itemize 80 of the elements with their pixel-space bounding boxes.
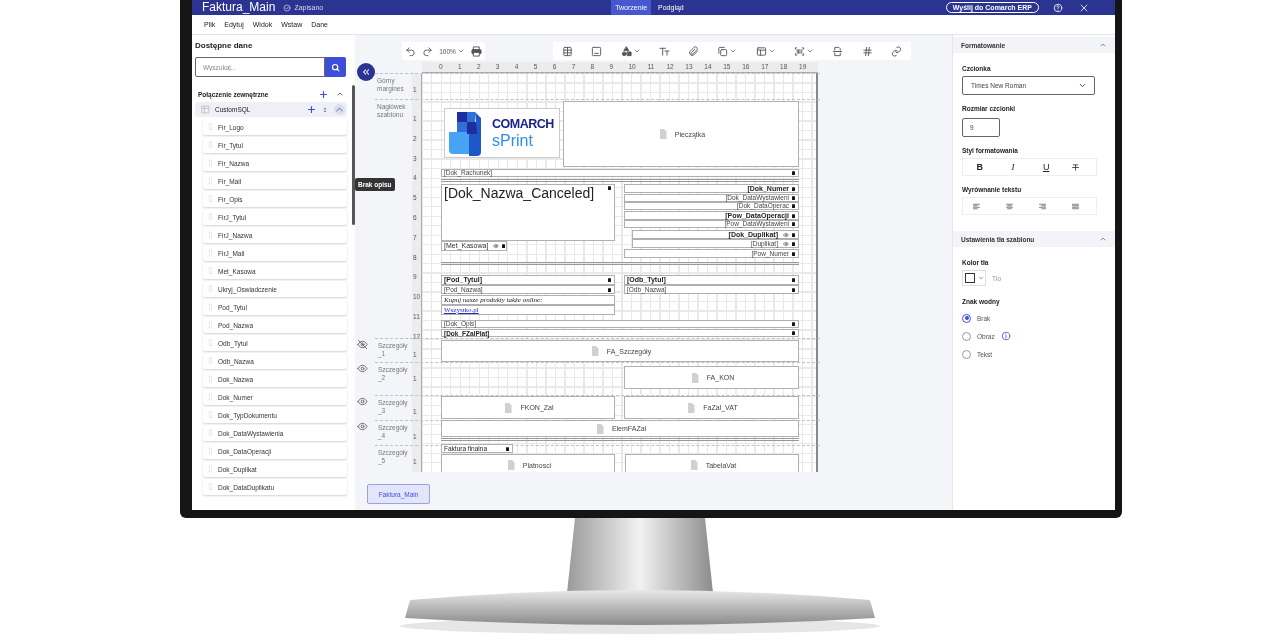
close-icon[interactable] xyxy=(1079,2,1089,13)
clip-icon xyxy=(688,45,700,57)
page-break-button[interactable] xyxy=(832,45,844,57)
eye-icon[interactable] xyxy=(357,421,368,432)
radio-button[interactable] xyxy=(962,349,971,359)
report-field[interactable]: [Dok_Nazwa_Canceled] xyxy=(441,184,615,241)
chevron-up-icon[interactable] xyxy=(336,90,344,98)
shapes-button[interactable] xyxy=(620,45,641,57)
caret-icon xyxy=(977,275,984,281)
eye-icon xyxy=(783,231,789,238)
undo-button[interactable] xyxy=(405,45,417,57)
align-left-icon xyxy=(971,201,981,211)
double-chevron-left-icon xyxy=(361,67,371,77)
eye-icon xyxy=(493,243,500,249)
caret-icon xyxy=(806,47,814,55)
eye-icon xyxy=(783,240,789,247)
lock-icon xyxy=(791,170,796,176)
logo-text: sPrint xyxy=(492,131,534,150)
search-button[interactable] xyxy=(325,57,346,77)
caret-icon xyxy=(1078,81,1087,90)
style-button[interactable]: U xyxy=(1038,162,1055,172)
scrollbar[interactable] xyxy=(352,85,355,225)
sort-icon[interactable] xyxy=(321,105,329,114)
lock-icon xyxy=(505,445,510,452)
search-icon xyxy=(331,62,340,72)
copy-icon xyxy=(717,45,729,57)
text-button[interactable] xyxy=(658,45,670,57)
grid-icon xyxy=(201,105,210,114)
align-center-icon xyxy=(1004,201,1014,211)
eye-icon[interactable] xyxy=(357,396,368,407)
attachment-button[interactable] xyxy=(688,45,700,57)
field-text: [Dok_Nazwa_Canceled] xyxy=(444,185,595,201)
caret-icon xyxy=(456,47,465,55)
color-picker[interactable] xyxy=(962,270,986,286)
pagebreak-icon xyxy=(832,45,844,57)
document-title: Faktura_Main xyxy=(202,0,276,15)
textsize-icon xyxy=(658,45,670,57)
link-button[interactable] xyxy=(890,45,902,57)
plus-icon[interactable] xyxy=(319,89,328,99)
print-button[interactable] xyxy=(470,45,482,57)
number-button[interactable] xyxy=(861,45,873,57)
style-button[interactable]: B xyxy=(971,162,988,172)
lock-icon xyxy=(607,185,612,191)
layout-button[interactable] xyxy=(755,45,776,57)
link-icon xyxy=(890,45,902,57)
info-icon[interactable] xyxy=(1000,331,1011,341)
image-button[interactable] xyxy=(591,45,603,57)
document-icon xyxy=(685,401,698,414)
logo-text: COMARCH xyxy=(492,116,554,132)
help-icon[interactable] xyxy=(1053,2,1063,13)
redo-icon xyxy=(422,45,434,57)
collapse-button[interactable] xyxy=(357,63,375,81)
style-button[interactable]: I xyxy=(1004,162,1021,172)
caret-icon xyxy=(729,47,738,55)
barcode-icon xyxy=(794,45,805,57)
lock-icon xyxy=(501,243,507,249)
align-right-icon xyxy=(1038,201,1048,211)
shapes-icon xyxy=(620,45,632,57)
strikethrough-icon xyxy=(1071,162,1081,172)
barcode-button[interactable] xyxy=(794,45,814,57)
document-icon xyxy=(502,401,515,414)
eye-off-icon[interactable] xyxy=(357,339,368,350)
table-icon xyxy=(562,45,574,57)
check-circle-icon xyxy=(283,3,292,12)
undo-icon xyxy=(405,45,417,57)
hash-icon xyxy=(861,45,873,57)
plus-icon[interactable] xyxy=(307,105,316,114)
align-justify-icon xyxy=(1071,201,1081,211)
caret-icon xyxy=(767,47,776,55)
layout-icon xyxy=(755,45,767,57)
radio-button[interactable] xyxy=(962,313,971,323)
print-icon xyxy=(470,45,482,57)
caret-icon xyxy=(632,47,641,55)
copy-button[interactable] xyxy=(717,45,738,57)
panel-title: Dostępne dane xyxy=(195,41,254,50)
redo-button[interactable] xyxy=(422,45,434,57)
radio-button[interactable] xyxy=(962,331,971,341)
eye-icon[interactable] xyxy=(357,363,368,374)
table-button[interactable] xyxy=(562,45,574,57)
image-icon xyxy=(591,45,603,57)
